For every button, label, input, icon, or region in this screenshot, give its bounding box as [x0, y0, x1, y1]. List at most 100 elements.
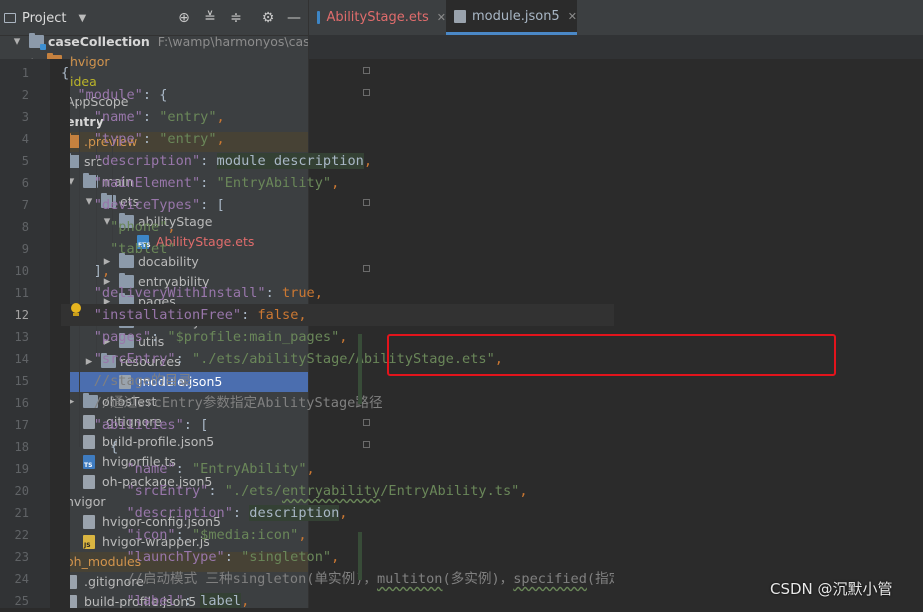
code-line[interactable]: "label": label,	[61, 590, 614, 608]
code-token: ,	[519, 483, 528, 499]
line-number: 12	[14, 308, 29, 322]
code-line[interactable]: {	[61, 62, 614, 84]
line-number: 20	[14, 484, 29, 498]
line-number: 14	[14, 352, 29, 366]
code-line[interactable]: //通过srcEntry参数指定AbilityStage路径	[61, 392, 614, 414]
vcs-change-marker[interactable]	[358, 334, 362, 404]
code-token: "EntryAbility"	[191, 461, 307, 477]
line-number: 22	[14, 528, 29, 542]
code-line[interactable]: "description": description,	[61, 502, 614, 524]
code-token: "abilities"	[93, 417, 184, 433]
code-line[interactable]: "phone",	[61, 216, 614, 238]
code-token: "entry"	[159, 131, 217, 147]
code-token: "$media:icon"	[191, 527, 299, 543]
code-token: :	[183, 593, 201, 608]
line-number: 21	[14, 506, 29, 520]
tab-abilitystage-ets[interactable]: AbilityStage.ets ✕	[309, 0, 446, 35]
line-number: 8	[21, 220, 29, 234]
fold-toggle-icon[interactable]	[363, 265, 370, 272]
code-token: ,	[331, 549, 340, 565]
code-line[interactable]: "type": "entry",	[61, 128, 614, 150]
code-line[interactable]: "deliveryWithInstall": true,	[61, 282, 614, 304]
code-token: label	[200, 593, 242, 608]
code-token: ,	[101, 263, 111, 279]
code-token: :	[175, 351, 192, 367]
line-number: 7	[21, 198, 29, 212]
editor-breadcrumb-strip	[309, 35, 923, 59]
code-token: "entry"	[159, 109, 217, 125]
expand-all-icon[interactable]: ≚	[201, 9, 219, 27]
code-line[interactable]: {	[61, 436, 614, 458]
vcs-change-marker[interactable]	[358, 532, 362, 580]
code-line[interactable]: ],	[61, 260, 614, 282]
project-view-selector[interactable]: Project ▼	[4, 9, 86, 27]
code-line[interactable]: "tablet"	[61, 238, 614, 260]
line-number: 24	[14, 572, 29, 586]
code-token: ,	[298, 527, 307, 543]
code-line[interactable]: "abilities": [	[61, 414, 614, 436]
close-icon[interactable]: ✕	[437, 11, 446, 24]
fold-toggle-icon[interactable]	[363, 199, 370, 206]
code-token: :	[224, 549, 242, 565]
locate-icon[interactable]: ⊕	[175, 9, 193, 27]
line-number: 5	[21, 154, 29, 168]
watermark: CSDN @沉默小管	[770, 580, 893, 598]
code-token: :	[142, 109, 160, 125]
code-line[interactable]: "launchType": "singleton",	[61, 546, 614, 568]
code-token: ,	[331, 175, 340, 191]
tab-module-json5[interactable]: module.json5 ✕	[446, 0, 577, 35]
line-number-gutter: 1 2 3 4 5 6 7 8 9 10 11 12 13 14 15 16 17 18 19 20 21 22 23 24 2…	[0, 59, 50, 608]
code-line[interactable]: //启动模式 三种singleton(单实例)，multiton(多实例)，sp…	[61, 568, 614, 590]
code-token: "srcEntry"	[126, 483, 209, 499]
code-token: {	[61, 65, 70, 81]
code-token: ,	[306, 461, 315, 477]
code-token: :	[151, 329, 168, 345]
line-number: 25	[14, 594, 29, 608]
gear-icon[interactable]: ⚙	[259, 9, 277, 27]
chevron-down-icon: ▼	[78, 12, 87, 24]
line-number: 4	[21, 132, 29, 146]
code-line[interactable]: "description": module description,	[61, 150, 614, 172]
code-token: "launchType"	[126, 549, 225, 565]
code-line[interactable]: "icon": "$media:icon",	[61, 524, 614, 546]
code-token: ,	[339, 329, 348, 345]
chevron-down-icon[interactable]: ▾	[11, 34, 23, 50]
project-panel-header: Project ▼ ⊕ ≚ ≑ ⚙ —	[0, 0, 308, 36]
module-folder-icon	[29, 33, 46, 50]
code-token: "deviceTypes"	[93, 197, 201, 213]
close-icon[interactable]: ✕	[568, 10, 577, 23]
collapse-all-icon[interactable]: ≑	[227, 9, 245, 27]
fold-toggle-icon[interactable]	[363, 441, 370, 448]
code-token: "mainElement"	[93, 175, 201, 191]
code-token: "name"	[93, 109, 143, 125]
ets-file-icon	[317, 11, 321, 24]
tree-item[interactable]: ▾ caseCollectionF:\wamp\harmonyos\caseCol…	[0, 32, 308, 52]
code-token: :	[175, 461, 192, 477]
code-line[interactable]: "name": "entry",	[61, 106, 614, 128]
code-line[interactable]: "module": {	[61, 84, 614, 106]
code-line[interactable]: "name": "EntryAbility",	[61, 458, 614, 480]
code-line[interactable]: "deviceTypes": [	[61, 194, 614, 216]
fold-toggle-icon[interactable]	[363, 89, 370, 96]
code-line[interactable]: "mainElement": "EntryAbility",	[61, 172, 614, 194]
fold-toggle-icon[interactable]	[363, 67, 370, 74]
code-line[interactable]: "installationFree": false,	[61, 304, 614, 326]
code-line[interactable]: "srcEntry": "./ets/entryability/EntryAbi…	[61, 480, 614, 502]
fold-toggle-icon[interactable]	[363, 419, 370, 426]
code-token: :	[241, 307, 258, 323]
minimize-icon[interactable]: —	[285, 9, 303, 27]
lightbulb-icon[interactable]	[70, 303, 82, 317]
line-number: 1	[21, 66, 29, 80]
